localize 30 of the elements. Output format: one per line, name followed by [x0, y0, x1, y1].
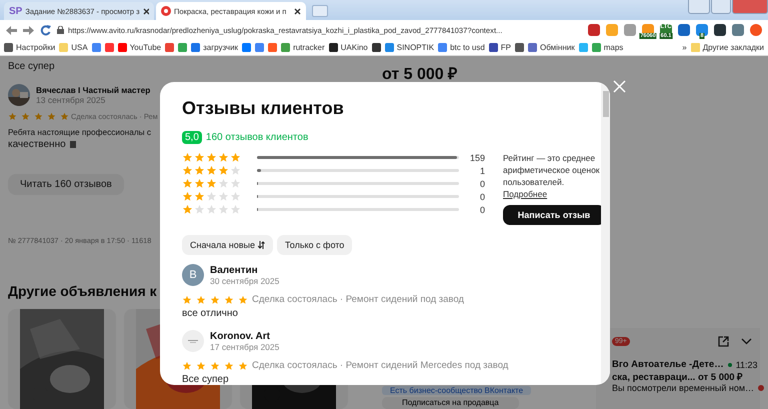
chat-time: 11:23: [736, 360, 758, 370]
chat-message: Вы посмотрели временный ном…: [612, 383, 754, 393]
tab-logo: SP: [9, 6, 22, 16]
review-text: все отлично: [182, 308, 239, 319]
rating-count: 1: [478, 166, 485, 176]
review-text: Все супер: [8, 61, 55, 72]
dialog-title: Отзывы клиентов: [182, 98, 345, 119]
review-text: качественно: [8, 139, 66, 150]
review-text: Ребята настоящие профессионалы с: [8, 127, 152, 137]
avatar: В: [182, 264, 204, 286]
review-tags: Сделка состоялась · Ремонт сидений под завод: [252, 294, 464, 305]
price: от 5 000 ₽: [382, 65, 458, 84]
rating-count: 159: [468, 152, 485, 162]
vk-note: Есть бизнес-сообщество ВКонтакте: [382, 386, 532, 395]
chat-subtitle: ска, реставраци... от 5 000 ₽: [612, 371, 744, 383]
reviewer-name: Валентин: [210, 264, 259, 276]
review-text: Все супер: [182, 374, 230, 385]
review-tags: Сделка состоялась · Ремонт сидений Mercedes под завод: [252, 360, 508, 371]
section-heading: Другие объявления к: [8, 283, 157, 299]
rating-count: 0: [478, 204, 485, 214]
reviewer-name: Koronov. Art: [210, 330, 271, 342]
rating-count: 0: [478, 192, 485, 202]
rating-info: Рейтинг — это среднее арифметическое оценок пользователей. Подробнее: [503, 152, 601, 200]
review-date: 13 сентября 2025: [36, 95, 106, 105]
review-date: 17 сентября 2025: [210, 342, 280, 352]
reviewer-name: Вячеслав I Частный мастер: [36, 85, 150, 95]
rating-count: 0: [478, 178, 485, 188]
rating-score: 5,0: [182, 131, 202, 144]
review-date: 30 сентября 2025: [210, 276, 280, 286]
chat-title: Вго Автоателье -Дете…: [612, 359, 724, 370]
